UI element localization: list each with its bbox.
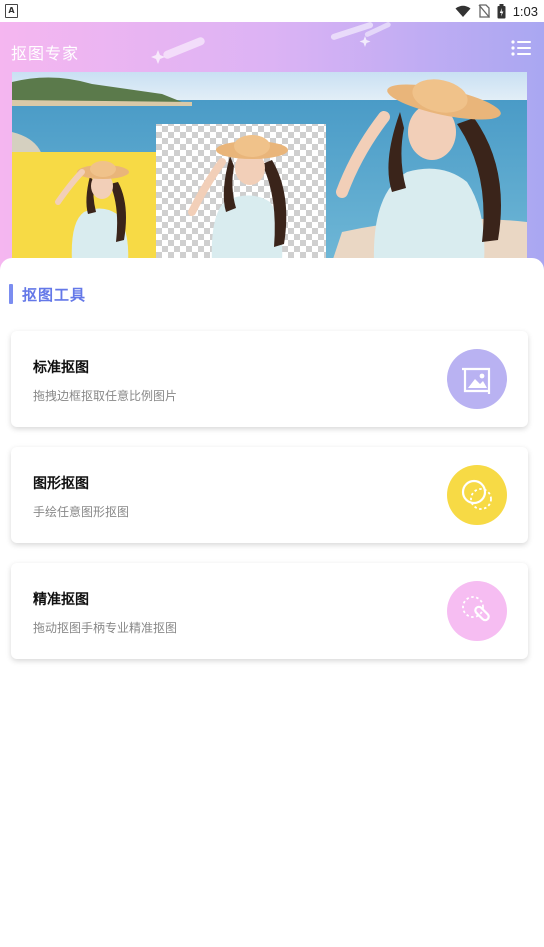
tool-subtitle: 拖拽边框抠取任意比例图片	[33, 389, 178, 403]
section-header: 抠图工具	[9, 283, 86, 305]
app-notification-icon: A	[5, 4, 18, 18]
battery-icon	[497, 3, 506, 18]
tool-subtitle: 拖动抠图手柄专业精准抠图	[33, 621, 178, 635]
section-accent-bar	[9, 284, 13, 304]
status-time: 1:03	[512, 3, 538, 19]
lasso-circle-icon	[447, 465, 507, 525]
banner-image[interactable]	[12, 72, 527, 262]
no-sim-icon	[478, 4, 490, 18]
decor-sparkle-icon	[151, 37, 205, 64]
image-crop-icon	[447, 349, 507, 409]
decor-sparkle-icon	[364, 22, 391, 37]
tools-panel: 抠图工具 标准抠图 拖拽边框抠取任意比例图片 图形抠图 手绘任意图形抠图 精准抠…	[0, 258, 544, 947]
tool-card-shape-cutout[interactable]: 图形抠图 手绘任意图形抠图	[11, 447, 528, 543]
wifi-icon	[455, 5, 471, 17]
tool-card-precise-cutout[interactable]: 精准抠图 拖动抠图手柄专业精准抠图	[11, 563, 528, 659]
status-bar: A 1:03	[0, 0, 544, 22]
app-title: 抠图专家	[11, 44, 80, 63]
header: 抠图专家	[0, 22, 544, 270]
tool-card-standard-cutout[interactable]: 标准抠图 拖拽边框抠取任意比例图片	[11, 331, 528, 427]
tool-title: 图形抠图	[33, 476, 89, 492]
section-title: 抠图工具	[22, 285, 87, 304]
precision-handle-icon	[447, 581, 507, 641]
tool-subtitle: 手绘任意图形抠图	[33, 505, 130, 519]
menu-icon[interactable]	[510, 38, 532, 58]
tool-title: 标准抠图	[33, 360, 89, 376]
tool-title: 精准抠图	[33, 592, 89, 608]
